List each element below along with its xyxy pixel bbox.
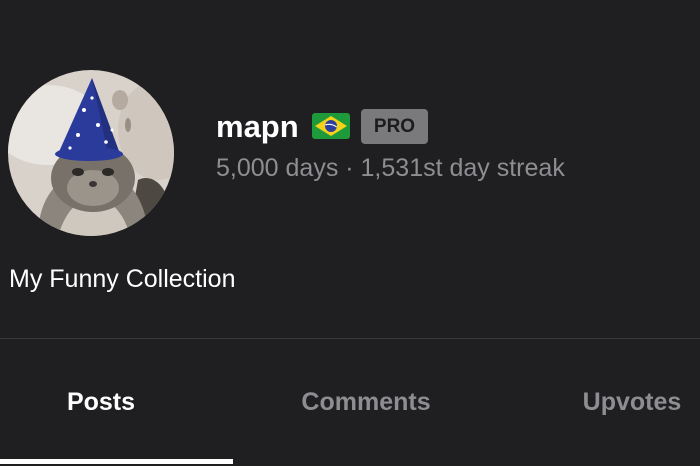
pro-badge: PRO xyxy=(361,109,428,144)
cat-wizard-avatar-image xyxy=(8,70,174,236)
profile-stats: 5,000 days · 1,531st day streak xyxy=(216,154,565,182)
profile-bio: My Funny Collection xyxy=(9,265,236,293)
divider xyxy=(0,338,700,339)
active-tab-indicator xyxy=(0,459,233,464)
tab-posts[interactable]: Posts xyxy=(0,385,202,419)
avatar[interactable] xyxy=(8,70,174,236)
username: mapn xyxy=(216,109,299,144)
tab-comments[interactable]: Comments xyxy=(262,385,470,419)
brazil-flag-icon xyxy=(312,113,350,139)
tab-upvotes[interactable]: Upvotes xyxy=(566,385,698,419)
